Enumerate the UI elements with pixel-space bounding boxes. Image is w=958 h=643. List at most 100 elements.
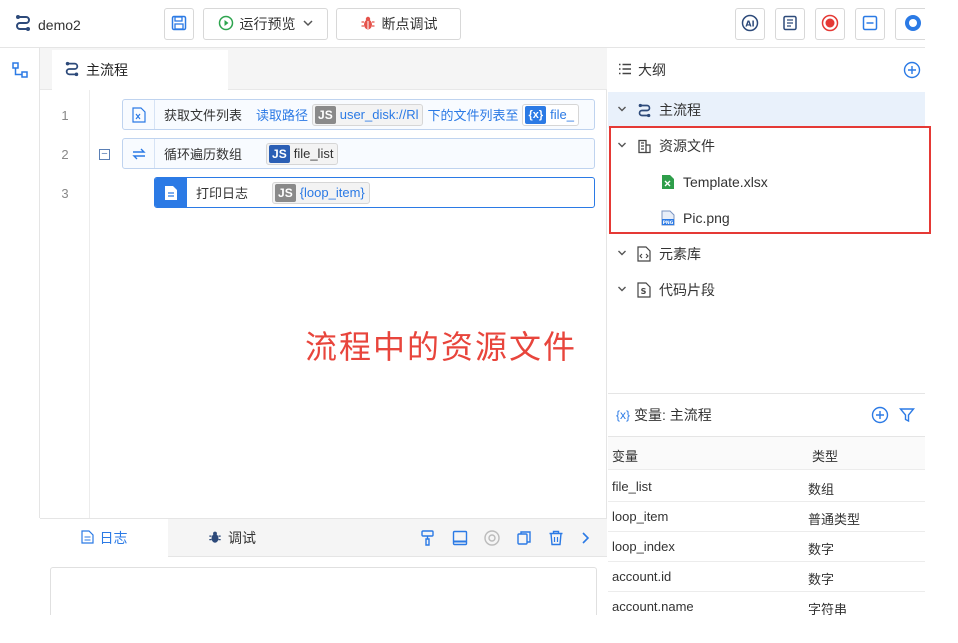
var-name: loop_index xyxy=(612,539,675,554)
output-var-value: file_ xyxy=(550,107,575,122)
breakpoint-debug-button[interactable]: 断点调试 xyxy=(336,8,461,40)
tab-debug[interactable]: 调试 xyxy=(168,519,296,557)
chevron-down-icon xyxy=(616,104,628,117)
line-number: 1 xyxy=(61,108,69,123)
add-circle-icon[interactable] xyxy=(871,406,889,427)
run-preview-button[interactable]: 运行预览 xyxy=(203,8,328,40)
table-row[interactable]: loop_item 普通类型 xyxy=(608,502,925,532)
line-number: 3 xyxy=(61,186,69,201)
node-text-prefix: 读取路径 xyxy=(256,108,309,123)
record-button[interactable] xyxy=(815,8,845,40)
col-name-header: 变量 xyxy=(612,449,639,464)
variables-title: 变量: 主流程 xyxy=(634,407,712,423)
app-window: demo2 运行预览 断点调试 AI 主流程 1 2 3 − 获取文件列表 读取… xyxy=(0,0,925,615)
project-name: demo2 xyxy=(38,16,81,33)
tab-label: 主流程 xyxy=(86,62,128,78)
tab-debug-label: 调试 xyxy=(228,530,256,546)
variable-icon: {x} xyxy=(616,408,631,422)
log-panel: 日志 调试 xyxy=(40,518,607,615)
log-param-value: {loop_item} xyxy=(299,185,365,200)
minus-square-icon xyxy=(862,15,878,34)
line-number: 2 xyxy=(61,147,69,162)
table-row[interactable]: account.name 字符串 xyxy=(608,592,925,615)
outline-item-label: 主流程 xyxy=(659,102,701,118)
js-badge: JS xyxy=(315,105,336,124)
play-icon xyxy=(218,15,234,34)
loop-param-value: file_list xyxy=(293,146,334,161)
table-row[interactable]: loop_index 数字 xyxy=(608,532,925,562)
outline-title: 大纲 xyxy=(638,62,666,78)
snippet-file-icon: S xyxy=(636,282,652,298)
loop-icon xyxy=(123,139,155,168)
var-name: loop_item xyxy=(612,509,669,524)
flow-icon xyxy=(636,102,652,118)
log-output-area[interactable] xyxy=(50,567,597,615)
brush-icon[interactable] xyxy=(419,529,437,550)
var-type: 数字 xyxy=(808,572,835,587)
chevron-down-icon xyxy=(616,284,628,297)
variable-badge: {x} xyxy=(525,105,547,124)
save-icon xyxy=(171,15,187,34)
flow-editor: 主流程 1 2 3 − 获取文件列表 读取路径 JS user_disk://R… xyxy=(40,48,607,518)
trash-icon[interactable] xyxy=(547,529,565,550)
col-type-header: 类型 xyxy=(812,449,839,464)
chevron-down-icon xyxy=(616,248,628,261)
annotation-caption: 流程中的资源文件 xyxy=(305,328,578,366)
copy-icon[interactable] xyxy=(515,529,533,550)
log-tab-bar: 日志 调试 xyxy=(40,519,607,557)
ai-button[interactable]: AI xyxy=(735,8,765,40)
toolbar: demo2 运行预览 断点调试 AI xyxy=(0,0,925,48)
outline-item-label: 元素库 xyxy=(659,246,701,262)
run-preview-label: 运行预览 xyxy=(239,16,296,32)
loop-param-chip[interactable]: JS file_list xyxy=(266,142,339,165)
output-var-chip[interactable]: {x} file_ xyxy=(522,103,580,126)
node-title: 循环遍历数组 xyxy=(164,147,243,162)
outline-item-elements[interactable]: 元素库 xyxy=(608,236,925,272)
node-title: 获取文件列表 xyxy=(164,108,243,123)
record-icon xyxy=(821,14,839,35)
var-name: account.id xyxy=(612,569,672,584)
collapse-toggle[interactable]: − xyxy=(99,149,110,160)
var-type: 普通类型 xyxy=(808,512,861,527)
chevron-right-icon[interactable] xyxy=(579,529,593,550)
app-title[interactable]: demo2 xyxy=(14,14,81,35)
minimize-panel-button[interactable] xyxy=(855,8,885,40)
log-icon xyxy=(80,529,94,547)
outline-item-snippets[interactable]: S 代码片段 xyxy=(608,272,925,308)
bug-icon xyxy=(208,530,222,547)
document-button[interactable] xyxy=(775,8,805,40)
variables-table-header: 变量 类型 xyxy=(608,436,925,470)
var-name: account.name xyxy=(612,599,694,614)
bug-icon xyxy=(360,15,376,34)
path-param-chip[interactable]: JS user_disk://Rl xyxy=(312,103,424,126)
ai-icon: AI xyxy=(741,14,759,35)
outline-header: 大纲 xyxy=(608,48,925,92)
tab-log-label: 日志 xyxy=(99,530,128,546)
log-param-chip[interactable]: JS {loop_item} xyxy=(272,181,370,204)
table-row[interactable]: file_list 数组 xyxy=(608,472,925,502)
outline-item-main-flow[interactable]: 主流程 xyxy=(608,92,925,128)
flow-node-print-log[interactable]: 打印日志 JS {loop_item} xyxy=(154,177,595,208)
save-button[interactable] xyxy=(164,8,194,40)
flow-icon xyxy=(64,61,80,80)
stop-circle-icon[interactable] xyxy=(483,529,501,550)
document-icon xyxy=(782,15,798,34)
left-rail xyxy=(0,48,40,518)
path-param-value: user_disk://Rl xyxy=(339,107,419,122)
filter-icon[interactable] xyxy=(899,407,915,426)
var-name: file_list xyxy=(612,479,652,494)
tab-main-flow[interactable]: 主流程 xyxy=(52,50,228,90)
variables-panel: {x} 变量: 主流程 变量 类型 file_list 数组 loop_item… xyxy=(608,393,925,615)
flow-node-get-file-list[interactable]: 获取文件列表 读取路径 JS user_disk://Rl 下的文件列表至 {x… xyxy=(122,99,595,130)
flow-node-loop-array[interactable]: 循环遍历数组 JS file_list xyxy=(122,138,595,169)
account-button[interactable] xyxy=(895,8,925,40)
add-circle-icon[interactable] xyxy=(903,61,921,82)
tab-log[interactable]: 日志 xyxy=(40,519,168,557)
var-type: 字符串 xyxy=(808,602,848,615)
table-row[interactable]: account.id 数字 xyxy=(608,562,925,592)
panel-icon[interactable] xyxy=(451,529,469,550)
svg-text:AI: AI xyxy=(745,19,754,28)
variables-header: {x} 变量: 主流程 xyxy=(608,394,925,436)
excel-file-icon xyxy=(123,100,155,129)
flow-tree-icon[interactable] xyxy=(11,61,29,82)
